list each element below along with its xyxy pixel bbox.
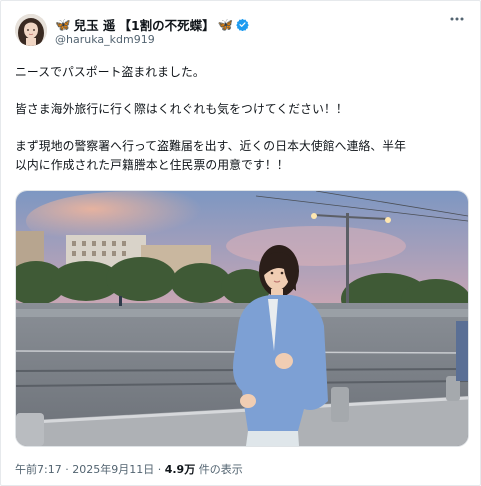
author-handle[interactable]: @haruka_kdm919: [55, 33, 155, 46]
verified-badge-icon: [236, 18, 250, 31]
tweet-line: まず現地の警察署へ行って盗難届を出す、近くの日本大使館へ連絡、半年: [15, 139, 407, 153]
tweet-time[interactable]: 午前7:17: [15, 463, 62, 476]
tweet-line: 皆さま海外旅行に行く際はくれぐれも気をつけてください！！: [15, 102, 348, 116]
author-name-row[interactable]: 🦋 兒玉 遥 【1割の不死蝶】 🦋: [55, 15, 250, 34]
tweet-line: 以内に作成された戸籍謄本と住民票の用意です！！: [15, 157, 289, 172]
author-tag: 【1割の不死蝶】: [118, 18, 215, 33]
tweet-date[interactable]: 2025年9月11日: [72, 463, 154, 476]
tweet-text: ニースでパスポート盗まれました。 皆さま海外旅行に行く際はくれぐれも気をつけてく…: [15, 63, 467, 174]
view-label: 件の表示: [198, 463, 243, 476]
author-name: 兒玉 遥: [73, 18, 116, 33]
view-count: 4.9万: [164, 463, 196, 476]
tweet-card: 🦋 兒玉 遥 【1割の不死蝶】 🦋 @haruka_kdm919 ニースでパスポ…: [0, 0, 481, 486]
avatar[interactable]: [15, 14, 47, 46]
tweet-meta: 午前7:17 · 2025年9月11日 · 4.9万 件の表示: [15, 461, 243, 477]
tweet-line: ニースでパスポート盗まれました。: [15, 65, 205, 79]
butterfly-emoji: 🦋: [217, 16, 234, 32]
tweet-photo[interactable]: [15, 190, 469, 447]
meta-separator: ·: [157, 463, 162, 476]
more-options-icon[interactable]: [450, 17, 464, 21]
butterfly-emoji: 🦋: [55, 16, 71, 32]
meta-separator: ·: [65, 463, 69, 476]
